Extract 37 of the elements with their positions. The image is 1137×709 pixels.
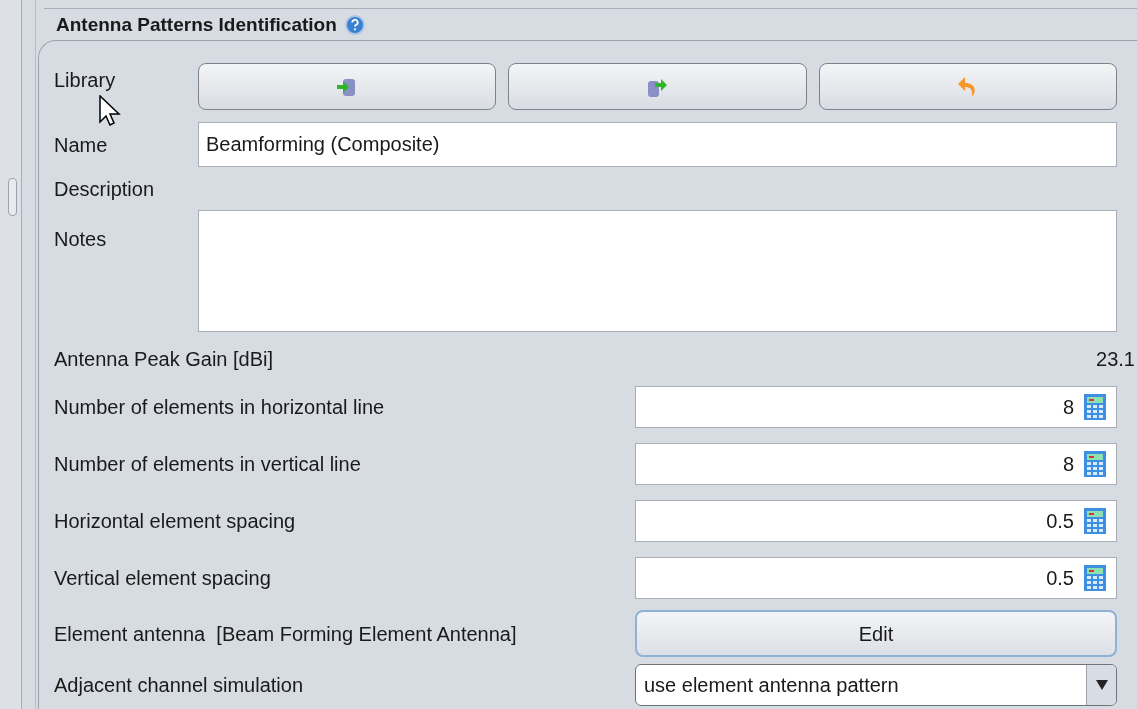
element-antenna-label: Element antenna [Beam Forming Element Antenna] <box>54 621 518 647</box>
adjacent-channel-label: Adjacent channel simulation <box>54 673 305 698</box>
name-label: Name <box>54 132 109 158</box>
calculator-icon[interactable] <box>1084 564 1106 591</box>
undo-button[interactable] <box>818 63 1117 110</box>
dropdown-value: use element antenna pattern <box>643 673 900 698</box>
description-label: Description <box>54 177 155 202</box>
mouse-cursor-icon <box>99 95 121 127</box>
parameter-label: Vertical element spacing <box>54 565 272 591</box>
calculator-icon[interactable] <box>1084 450 1106 477</box>
adjacent-channel-dropdown[interactable]: use element antenna pattern <box>635 664 1117 706</box>
import-button[interactable] <box>198 63 497 110</box>
parameter-label: Number of elements in horizontal line <box>54 394 386 420</box>
calculator-icon[interactable] <box>1084 507 1106 534</box>
field-value: 0.5 <box>1046 508 1074 534</box>
parameter-label: Number of elements in vertical line <box>54 451 362 477</box>
field-value: 8 <box>1062 394 1074 420</box>
export-button[interactable] <box>508 63 807 110</box>
field-value: 8 <box>1062 451 1074 477</box>
help-icon[interactable] <box>344 14 365 35</box>
notes-label: Notes <box>54 227 108 252</box>
number-field[interactable]: 8 <box>635 385 1117 428</box>
parameter-label: Horizontal element spacing <box>54 508 297 534</box>
section-title: Antenna Patterns Identification <box>56 12 337 37</box>
edit-button[interactable]: Edit <box>635 610 1117 657</box>
number-field[interactable]: 0.5 <box>635 499 1117 542</box>
peak-gain-label: Antenna Peak Gain [dBi] <box>54 347 274 372</box>
peak-gain-value: 23.1 <box>1096 347 1135 372</box>
field-value: 0.5 <box>1046 565 1074 591</box>
calculator-icon[interactable] <box>1084 393 1106 420</box>
number-field[interactable]: 0.5 <box>635 556 1117 599</box>
name-field[interactable]: Beamforming (Composite) <box>198 122 1117 167</box>
notes-field[interactable] <box>198 210 1117 332</box>
library-label: Library <box>54 68 117 93</box>
number-field[interactable]: 8 <box>635 442 1117 485</box>
scroll-handle[interactable] <box>8 178 17 216</box>
dropdown-arrow-icon <box>1095 680 1108 690</box>
